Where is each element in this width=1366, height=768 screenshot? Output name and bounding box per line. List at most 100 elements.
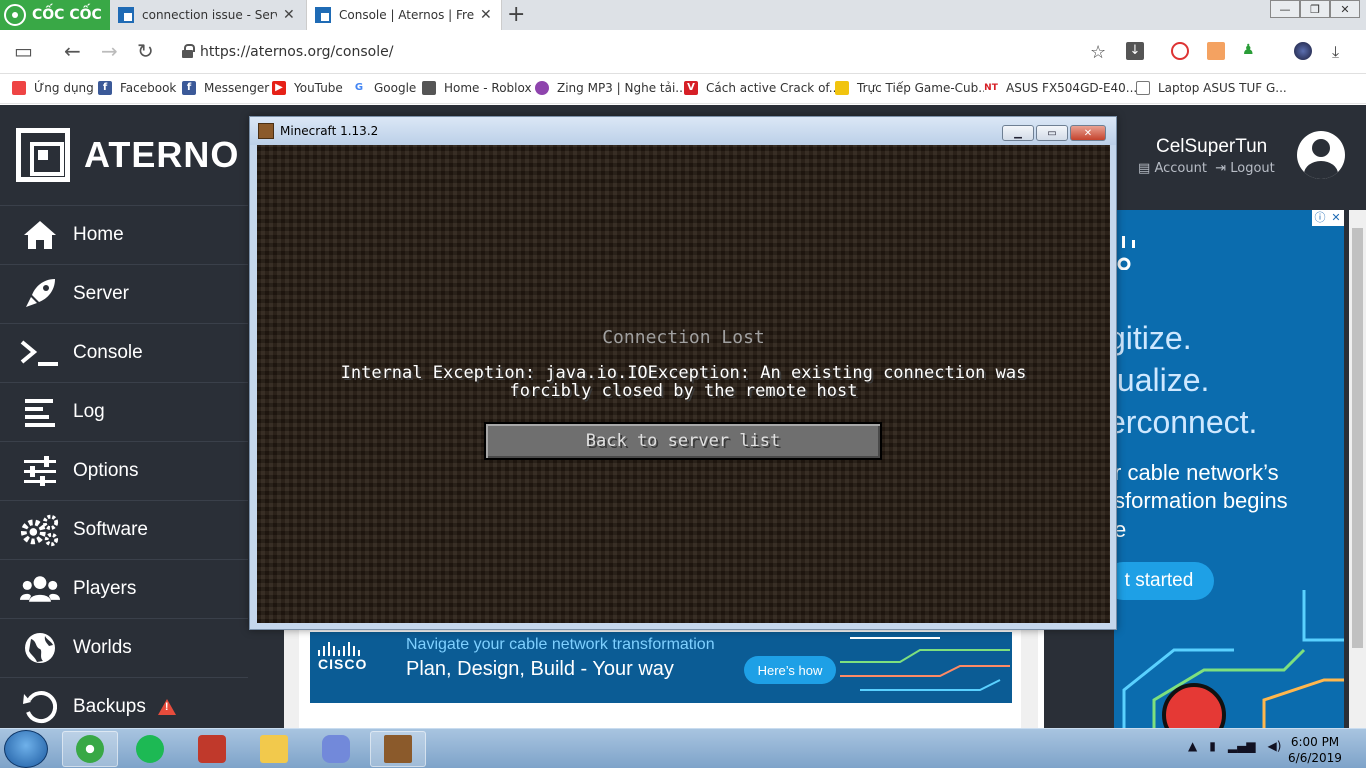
browser-brand[interactable]: CỐC CỐC bbox=[0, 0, 110, 30]
lock-icon bbox=[182, 44, 195, 58]
close-button[interactable]: ✕ bbox=[1330, 0, 1360, 18]
aternos-logo[interactable]: ATERNO bbox=[16, 128, 239, 182]
tab-console-aternos[interactable]: Console | Aternos | Free M ✕ bbox=[306, 0, 502, 30]
bookmark-zing-mp3[interactable]: Zing MP3 | Nghe tải... bbox=[535, 81, 687, 95]
sidebar-item-console[interactable]: Console bbox=[0, 323, 248, 382]
calendar-extension-icon[interactable] bbox=[1207, 42, 1225, 60]
scrollbar-thumb[interactable] bbox=[1352, 228, 1363, 648]
sidebar-item-server[interactable]: Server bbox=[0, 264, 248, 323]
back-to-server-list-button[interactable]: Back to server list bbox=[484, 422, 882, 460]
taskbar-coccoc[interactable] bbox=[62, 731, 118, 767]
minecraft-window-controls: ▁ ▭ ✕ bbox=[1002, 125, 1106, 141]
bookmark-star-icon[interactable]: ☆ bbox=[1090, 42, 1108, 63]
content-scrollbar-left[interactable] bbox=[284, 630, 299, 728]
page-scrollbar[interactable] bbox=[1349, 210, 1366, 730]
minimize-button[interactable]: ▁ bbox=[1002, 125, 1034, 141]
ad-cta-button[interactable]: Here’s how bbox=[744, 656, 836, 684]
bookmark-crack-office[interactable]: V Cách active Crack of... bbox=[684, 81, 840, 95]
network-icon[interactable]: ▂▄▆ bbox=[1228, 739, 1256, 753]
avatar[interactable] bbox=[1297, 131, 1345, 179]
ad-banner-right[interactable]: gitize. tualize. erconnect. r cable netw… bbox=[1114, 210, 1344, 728]
forward-button[interactable]: → bbox=[101, 40, 118, 62]
taskbar-spotify[interactable] bbox=[122, 731, 178, 767]
sidebar-item-label: Software bbox=[73, 519, 148, 540]
url-input[interactable]: https://aternos.org/console/ bbox=[200, 44, 393, 60]
sidebar-item-players[interactable]: Players bbox=[0, 559, 248, 618]
apps-grid-icon bbox=[12, 81, 26, 95]
taskbar-garena[interactable] bbox=[184, 731, 240, 767]
ad-banner-bottom[interactable]: CISCO Navigate your cable network transf… bbox=[310, 632, 1012, 703]
tab-close-icon[interactable]: ✕ bbox=[283, 7, 295, 23]
sidebar-item-log[interactable]: Log bbox=[0, 382, 248, 441]
coccoc-logo-icon bbox=[4, 4, 26, 26]
minimize-button[interactable]: — bbox=[1270, 0, 1300, 18]
account-link[interactable]: Account bbox=[1154, 161, 1207, 176]
bookmark-google[interactable]: G Google bbox=[352, 81, 416, 95]
content-scrollbar[interactable] bbox=[1021, 630, 1038, 728]
gears-icon bbox=[20, 512, 60, 548]
logout-link[interactable]: Logout bbox=[1230, 161, 1275, 176]
browser-window-controls: — ❐ ✕ bbox=[1270, 0, 1360, 18]
bookmark-facebook[interactable]: f Facebook bbox=[98, 81, 176, 95]
adblock-icon[interactable] bbox=[1171, 42, 1189, 60]
facebook-icon: f bbox=[182, 81, 196, 95]
tab-close-icon[interactable]: ✕ bbox=[480, 7, 492, 23]
clock-time: 6:00 PM bbox=[1290, 735, 1340, 749]
sidebar-item-label: Server bbox=[73, 283, 129, 304]
address-bar: ▭ ← → ↻ https://aternos.org/console/ ☆ ↓… bbox=[0, 30, 1366, 74]
ad-line: tualize. bbox=[1114, 362, 1210, 398]
taskbar-discord[interactable] bbox=[308, 731, 364, 767]
tab-connection-issue[interactable]: connection issue - Server ✕ bbox=[110, 0, 306, 30]
clock-date: 6/6/2019 bbox=[1288, 751, 1342, 765]
tray-arrow-icon[interactable]: ▲ bbox=[1188, 739, 1197, 753]
sliders-icon bbox=[20, 453, 60, 489]
ad-choices[interactable]: ⓘ ✕ bbox=[1312, 210, 1344, 226]
bookmark-laptop-asus[interactable]: Laptop ASUS TUF G... bbox=[1136, 81, 1287, 95]
ad-headline: Navigate your cable network transformati… bbox=[406, 636, 715, 653]
back-button[interactable]: ← bbox=[64, 40, 81, 62]
extension-icon[interactable]: ♟ bbox=[1242, 42, 1260, 60]
maximize-button[interactable]: ▭ bbox=[1036, 125, 1068, 141]
ad-close-icon[interactable]: ✕ bbox=[1328, 210, 1344, 226]
sidebar-item-options[interactable]: Options bbox=[0, 441, 248, 500]
home-icon bbox=[20, 217, 60, 253]
tab-title: connection issue - Server bbox=[142, 8, 277, 22]
sidebar-item-home[interactable]: Home bbox=[0, 205, 248, 264]
sidebar-item-worlds[interactable]: Worlds bbox=[0, 618, 248, 677]
start-button[interactable] bbox=[4, 730, 48, 768]
zing-icon bbox=[535, 81, 549, 95]
crafting-table-icon bbox=[384, 735, 412, 763]
bookmark-asus-fx504[interactable]: NT ASUS FX504GD-E40... bbox=[984, 81, 1137, 95]
new-tab-button[interactable]: + bbox=[507, 2, 525, 27]
sidebar-toggle-icon[interactable]: ▭ bbox=[14, 40, 33, 62]
google-icon: G bbox=[352, 81, 366, 95]
aternos-wordmark: ATERNO bbox=[84, 134, 240, 175]
download-icon[interactable]: ↓ bbox=[1126, 42, 1144, 60]
reload-button[interactable]: ↻ bbox=[137, 40, 154, 62]
system-clock[interactable]: 6:00 PM 6/6/2019 bbox=[1280, 734, 1350, 766]
taskbar-explorer[interactable] bbox=[246, 731, 302, 767]
account-icon: ▤ bbox=[1138, 161, 1151, 176]
sidebar-item-software[interactable]: Software bbox=[0, 500, 248, 559]
browser-brand-label: CỐC CỐC bbox=[32, 7, 102, 23]
bookmark-messenger[interactable]: f Messenger bbox=[182, 81, 269, 95]
taskbar-minecraft[interactable] bbox=[370, 731, 426, 767]
power-icon[interactable]: ▮ bbox=[1209, 739, 1216, 753]
minecraft-titlebar[interactable]: Minecraft 1.13.2 ▁ ▭ ✕ bbox=[250, 117, 1116, 145]
coccoc-icon bbox=[76, 735, 104, 763]
close-button[interactable]: ✕ bbox=[1070, 125, 1106, 141]
page-icon bbox=[1136, 81, 1150, 95]
profile-globe-icon[interactable] bbox=[1294, 42, 1312, 60]
sidebar-item-label: Players bbox=[73, 578, 137, 599]
bookmark-game-cub[interactable]: Trực Tiếp Game-Cub... bbox=[835, 81, 990, 95]
window-title: Minecraft 1.13.2 bbox=[280, 124, 379, 138]
sidebar-item-label: Console bbox=[73, 342, 143, 363]
spotify-icon bbox=[136, 735, 164, 763]
logout-icon: ⇥ bbox=[1215, 161, 1227, 176]
downloads-arrow-icon[interactable]: ⤓ bbox=[1332, 42, 1350, 61]
bookmark-roblox[interactable]: Home - Roblox bbox=[422, 81, 532, 95]
ad-info-icon[interactable]: ⓘ bbox=[1312, 210, 1328, 226]
bookmark-youtube[interactable]: ▶ YouTube bbox=[272, 81, 343, 95]
bookmark-apps[interactable]: Ứng dụng bbox=[12, 81, 94, 95]
maximize-button[interactable]: ❐ bbox=[1300, 0, 1330, 18]
